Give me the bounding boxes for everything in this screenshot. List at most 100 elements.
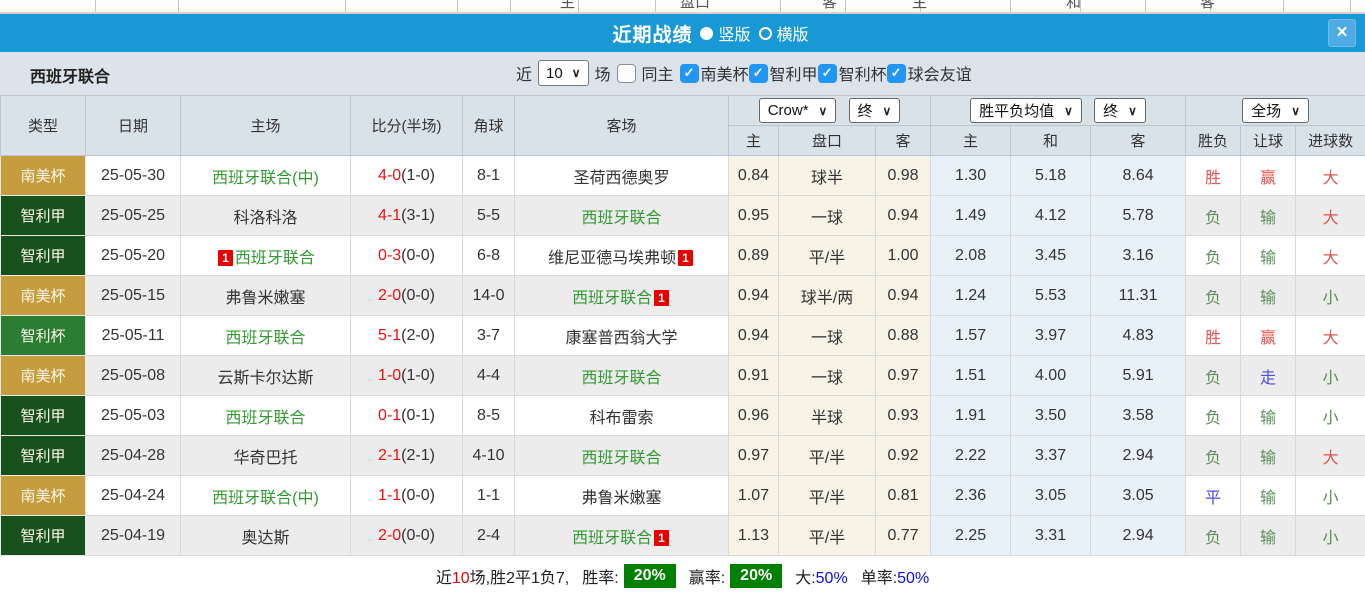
away-team-cell[interactable]: 西班牙联合1	[515, 516, 729, 556]
avg-type-select[interactable]: 胜平负均值 ∨	[970, 98, 1082, 123]
full-time-score: 0-1	[378, 407, 401, 424]
subheader-handicap: 盘口	[779, 126, 876, 156]
crow-away-odds: 0.98	[876, 156, 931, 196]
away-team-cell[interactable]: 西班牙联合	[515, 356, 729, 396]
home-team-cell[interactable]: 西班牙联合	[181, 396, 351, 436]
home-team-name: 西班牙联合	[235, 250, 315, 267]
red-card-badge: 1	[654, 290, 669, 306]
avg-lose-odds: 2.94	[1091, 516, 1186, 556]
away-team-cell[interactable]: 弗鲁米嫩塞	[515, 476, 729, 516]
league-filter-label: 南美杯	[701, 61, 749, 85]
background-clipped-text: 主	[912, 0, 927, 12]
league-filter-checkbox[interactable]: ✓	[749, 64, 768, 83]
crow-away-odds: 1.00	[876, 236, 931, 276]
home-team-cell[interactable]: 奥达斯	[181, 516, 351, 556]
away-team-cell[interactable]: 西班牙联合1	[515, 276, 729, 316]
home-team-name: 科洛科洛	[233, 210, 297, 227]
corners-cell: 2-4	[463, 516, 515, 556]
same-home-label: 同主	[642, 61, 674, 85]
goals-result-cell: 大	[1296, 236, 1365, 276]
score-cell: 2-1(2-1)	[351, 436, 463, 476]
background-clipped-text: 和	[1066, 0, 1081, 12]
filter-bar: 西班牙联合 近 10 ∨ 场 同主 ✓南美杯✓智利甲✓智利杯✓球会友谊	[0, 52, 1365, 95]
handicap-result-cell: 赢	[1241, 156, 1296, 196]
corners-cell: 4-10	[463, 436, 515, 476]
home-team-cell[interactable]: 科洛科洛	[181, 196, 351, 236]
background-cell-border	[1350, 0, 1351, 14]
home-team-cell[interactable]: 弗鲁米嫩塞	[181, 276, 351, 316]
avg-draw-odds: 4.12	[1011, 196, 1091, 236]
background-cell-border	[345, 0, 346, 14]
red-card-badge: 1	[678, 250, 693, 266]
avg-win-odds: 2.22	[931, 436, 1011, 476]
league-filter-checkbox[interactable]: ✓	[680, 64, 699, 83]
match-count-select[interactable]: 10 ∨	[538, 60, 588, 86]
crow-handicap: 球半	[779, 156, 876, 196]
result-cell: 负	[1186, 396, 1241, 436]
crow-away-odds: 0.94	[876, 196, 931, 236]
league-filter-checkbox[interactable]: ✓	[887, 64, 906, 83]
background-cell-border	[845, 0, 846, 14]
avg-win-odds: 1.49	[931, 196, 1011, 236]
handicap-result-cell: 输	[1241, 196, 1296, 236]
score-cell: 2-0(0-0)	[351, 516, 463, 556]
chevron-down-icon: ∨	[819, 104, 828, 118]
away-team-cell[interactable]: 康塞普西翁大学	[515, 316, 729, 356]
odds-source-select[interactable]: Crow* ∨	[759, 98, 837, 123]
win-rate-label: 胜率:	[582, 564, 618, 588]
league-badge: 智利甲	[1, 516, 86, 556]
half-time-score: (0-0)	[401, 287, 435, 304]
away-team-name: 西班牙联合	[572, 530, 652, 547]
league-badge: 智利甲	[1, 236, 86, 276]
crow-away-odds: 0.97	[876, 356, 931, 396]
background-clipped-text: 主	[560, 0, 575, 12]
layout-radio-horizontal[interactable]: 横版	[759, 21, 809, 45]
background-cell-border	[95, 0, 96, 14]
away-team-cell[interactable]: 维尼亚德马埃弗顿1	[515, 236, 729, 276]
radio-vertical-label: 竖版	[718, 21, 750, 45]
home-team-cell[interactable]: 云斯卡尔达斯	[181, 356, 351, 396]
avg-draw-odds: 4.00	[1011, 356, 1091, 396]
league-filter-checkbox[interactable]: ✓	[818, 64, 837, 83]
home-team-cell[interactable]: 1西班牙联合	[181, 236, 351, 276]
crow-handicap: 一球	[779, 316, 876, 356]
league-badge: 智利甲	[1, 196, 86, 236]
league-badge: 智利甲	[1, 396, 86, 436]
goals-result-cell: 小	[1296, 516, 1365, 556]
league-filter: ✓南美杯	[680, 61, 749, 85]
away-team-cell[interactable]: 西班牙联合	[515, 436, 729, 476]
home-team-cell[interactable]: 西班牙联合(中)	[181, 156, 351, 196]
full-time-score: 2-1	[378, 447, 401, 464]
goals-result-cell: 小	[1296, 356, 1365, 396]
close-button[interactable]: ×	[1328, 19, 1356, 47]
home-team-cell[interactable]: 西班牙联合	[181, 316, 351, 356]
away-team-name: 西班牙联合	[581, 370, 661, 387]
home-team-name: 华奇巴托	[233, 450, 297, 467]
column-header-date: 日期	[86, 96, 181, 156]
avg-win-odds: 2.25	[931, 516, 1011, 556]
same-home-checkbox[interactable]	[617, 64, 636, 83]
avg-time-select[interactable]: 终 ∨	[1094, 98, 1146, 123]
result-cell: 负	[1186, 196, 1241, 236]
handicap-result-cell: 输	[1241, 276, 1296, 316]
league-filter-label: 智利杯	[839, 61, 887, 85]
avg-win-odds: 1.57	[931, 316, 1011, 356]
layout-radio-vertical[interactable]: 竖版	[700, 21, 750, 45]
home-team-cell[interactable]: 西班牙联合(中)	[181, 476, 351, 516]
away-team-cell[interactable]: 科布雷索	[515, 396, 729, 436]
match-date: 25-04-24	[86, 476, 181, 516]
background-cell-border	[510, 0, 511, 14]
radio-horizontal-label: 横版	[777, 21, 809, 45]
home-team-cell[interactable]: 华奇巴托	[181, 436, 351, 476]
scope-select[interactable]: 全场 ∨	[1242, 98, 1309, 123]
away-team-name: 康塞普西翁大学	[565, 330, 677, 347]
title-group: 近期战绩 竖版 横版	[612, 20, 808, 47]
home-team-name: 弗鲁米嫩塞	[225, 290, 305, 307]
goals-result-cell: 大	[1296, 316, 1365, 356]
away-team-cell[interactable]: 圣荷西德奥罗	[515, 156, 729, 196]
away-team-cell[interactable]: 西班牙联合	[515, 196, 729, 236]
crow-away-odds: 0.93	[876, 396, 931, 436]
avg-win-odds: 2.08	[931, 236, 1011, 276]
odds-time-select[interactable]: 终 ∨	[849, 98, 901, 123]
score-cell: 1-1(0-0)	[351, 476, 463, 516]
